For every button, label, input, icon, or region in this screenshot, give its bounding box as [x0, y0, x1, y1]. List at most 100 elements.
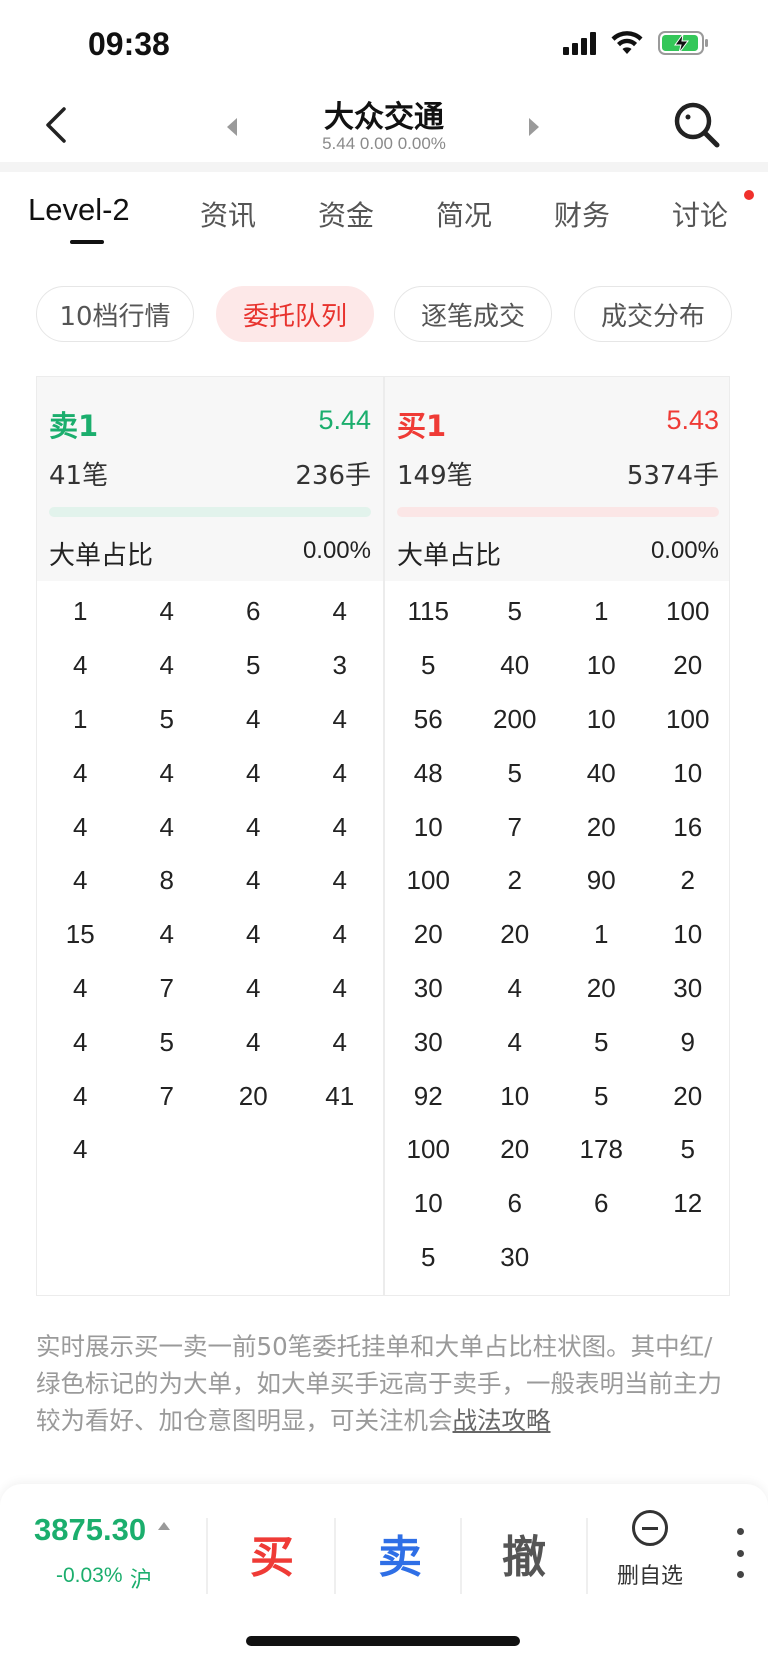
sell-queue-cell: 4 — [246, 1026, 261, 1057]
buy-queue-cell: 200 — [493, 703, 537, 734]
order-queue-panel: 卖1 5.44 41笔 236手 大单占比 0.00% 买1 5.43 149笔… — [36, 376, 730, 1296]
buy-queue-cell: 5 — [507, 757, 522, 788]
sell-queue-cell: 4 — [73, 1080, 88, 1111]
buy-queue-cell: 10 — [673, 919, 703, 950]
status-time: 09:38 — [88, 26, 170, 62]
stock-name: 大众交通 — [324, 100, 444, 135]
next-stock-icon[interactable] — [524, 112, 544, 142]
sell-queue-row: 4 5 4 4 — [37, 1015, 383, 1069]
index-value[interactable]: 3875.30 — [34, 1512, 146, 1548]
buy-queue-cell: 5 — [507, 596, 522, 627]
search-icon[interactable] — [672, 100, 722, 150]
tab-news[interactable]: 资讯 — [200, 194, 256, 234]
buy-queue-cell: 10 — [586, 703, 616, 734]
buy-queue-cell: 4 — [507, 972, 522, 1003]
buy-queue-cell: 20 — [500, 919, 530, 950]
buy-queue-row: 92 10 5 20 — [385, 1069, 731, 1123]
buy-queue-cell: 40 — [586, 757, 616, 788]
buy-queue-cell: 5 — [594, 1080, 609, 1111]
cancel-order-button[interactable]: 撤 — [474, 1508, 574, 1598]
buy-queue-cell: 100 — [406, 865, 450, 896]
sell-hands: 236手 — [295, 461, 371, 491]
buy-price: 5.43 — [666, 405, 719, 435]
strategy-guide-link[interactable]: 战法攻略 — [453, 1406, 551, 1435]
sell-queue-grid: 1 4 6 4 4 4 5 3 1 5 4 4 4 4 4 4 4 4 4 4 4 8 4 4 15 4 4 4 4 7 4 4 4 5 4 4 4 7 2… — [37, 585, 383, 1177]
buy-queue-cell: 6 — [507, 1188, 522, 1219]
buy-queue-cell: 1 — [594, 919, 609, 950]
index-change: -0.03% — [56, 1564, 123, 1587]
sell-queue-cell: 5 — [246, 650, 261, 681]
tab-finance[interactable]: 财务 — [554, 194, 610, 234]
tab-level2[interactable]: Level-2 — [28, 192, 130, 228]
sell-queue-cell: 41 — [325, 1080, 355, 1111]
sell-queue-cell: 4 — [73, 865, 88, 896]
buy-queue-cell: 5 — [680, 1134, 695, 1165]
subtab-tick-trades[interactable]: 逐笔成交 — [394, 286, 552, 342]
buy-queue-cell: 30 — [413, 972, 443, 1003]
sell-queue-cell: 20 — [238, 1080, 268, 1111]
buy-queue-grid: 115 5 1 100 5 40 10 20 56 200 10 100 48 5 40 10 10 7 20 16 1… — [385, 585, 731, 1284]
tab-profile[interactable]: 简况 — [436, 194, 492, 234]
buy-queue-cell: 178 — [579, 1134, 623, 1165]
buy-order-count: 149笔 — [397, 461, 473, 491]
buy-queue-row: 20 20 1 10 — [385, 908, 731, 962]
buy-queue-cell: 5 — [421, 650, 436, 681]
sell-queue-cell: 6 — [246, 596, 261, 627]
sell-queue-cell: 4 — [246, 811, 261, 842]
sell-button[interactable]: 卖 — [350, 1508, 450, 1598]
buy-queue-cell: 7 — [507, 811, 522, 842]
subtab-order-queue[interactable]: 委托队列 — [216, 286, 374, 342]
buy-queue-cell: 9 — [680, 1026, 695, 1057]
buy-queue-cell: 1 — [594, 596, 609, 627]
buy-queue-row: 30 4 20 30 — [385, 962, 731, 1016]
sell-queue-row: 4 4 4 4 — [37, 800, 383, 854]
buy-level-label: 买1 — [397, 409, 447, 443]
buy-queue-cell: 20 — [673, 1080, 703, 1111]
sell-queue-cell: 15 — [65, 919, 95, 950]
buy-hands: 5374手 — [626, 461, 719, 491]
more-options-icon[interactable] — [730, 1528, 750, 1578]
buy-queue-cell: 40 — [500, 650, 530, 681]
index-expand-icon[interactable] — [158, 1522, 170, 1530]
sell-level-label: 卖1 — [49, 409, 99, 443]
tab-bar: Level-2 资讯 资金 简况 财务 讨论 — [0, 190, 768, 250]
remove-circle-icon — [632, 1510, 668, 1546]
sell-queue-cell: 4 — [246, 865, 261, 896]
buy-button[interactable]: 买 — [222, 1508, 322, 1598]
back-button[interactable] — [36, 100, 76, 150]
sell-queue-cell: 3 — [332, 650, 347, 681]
sell-queue-cell: 4 — [159, 757, 174, 788]
buy-big-order-label: 大单占比 — [397, 541, 502, 571]
tab-discussion[interactable]: 讨论 — [672, 194, 728, 234]
sell-queue-row: 4 — [37, 1123, 383, 1177]
separator — [334, 1518, 336, 1594]
remove-favorite-button[interactable]: 删自选 — [600, 1510, 700, 1610]
sell-queue-cell: 1 — [73, 703, 88, 734]
buy-queue-cell: 10 — [673, 757, 703, 788]
buy-queue-row: 115 5 1 100 — [385, 585, 731, 639]
buy-queue-cell: 4 — [507, 1026, 522, 1057]
buy-queue-cell: 100 — [406, 1134, 450, 1165]
buy-queue-cell: 48 — [413, 757, 443, 788]
sell-queue-cell: 4 — [159, 596, 174, 627]
buy-big-order-ratio: 0.00% — [650, 537, 719, 564]
battery-charging-icon — [658, 31, 708, 55]
sell-queue-cell: 4 — [73, 757, 88, 788]
buy-queue-cell: 90 — [586, 865, 616, 896]
subtab-10-levels[interactable]: 10档行情 — [36, 286, 194, 342]
sell-queue-cell: 4 — [73, 650, 88, 681]
sell-queue-row: 4 7 20 41 — [37, 1069, 383, 1123]
sell-queue-row: 1 4 6 4 — [37, 585, 383, 639]
stock-header: 大众交通 5.44 0.00 0.00% — [0, 86, 768, 166]
sell-summary: 卖1 5.44 41笔 236手 大单占比 0.00% — [37, 377, 383, 581]
sell-queue-cell: 7 — [159, 972, 174, 1003]
previous-stock-icon[interactable] — [222, 112, 242, 142]
sell-order-count: 41笔 — [49, 461, 109, 491]
buy-queue-cell: 6 — [594, 1188, 609, 1219]
sell-queue-row: 4 4 4 4 — [37, 746, 383, 800]
subtab-volume-distribution[interactable]: 成交分布 — [574, 286, 732, 342]
tab-funds[interactable]: 资金 — [318, 194, 374, 234]
buy-queue-cell: 20 — [586, 972, 616, 1003]
cellular-signal-icon — [563, 31, 596, 55]
buy-queue-row: 10 6 6 12 — [385, 1177, 731, 1231]
